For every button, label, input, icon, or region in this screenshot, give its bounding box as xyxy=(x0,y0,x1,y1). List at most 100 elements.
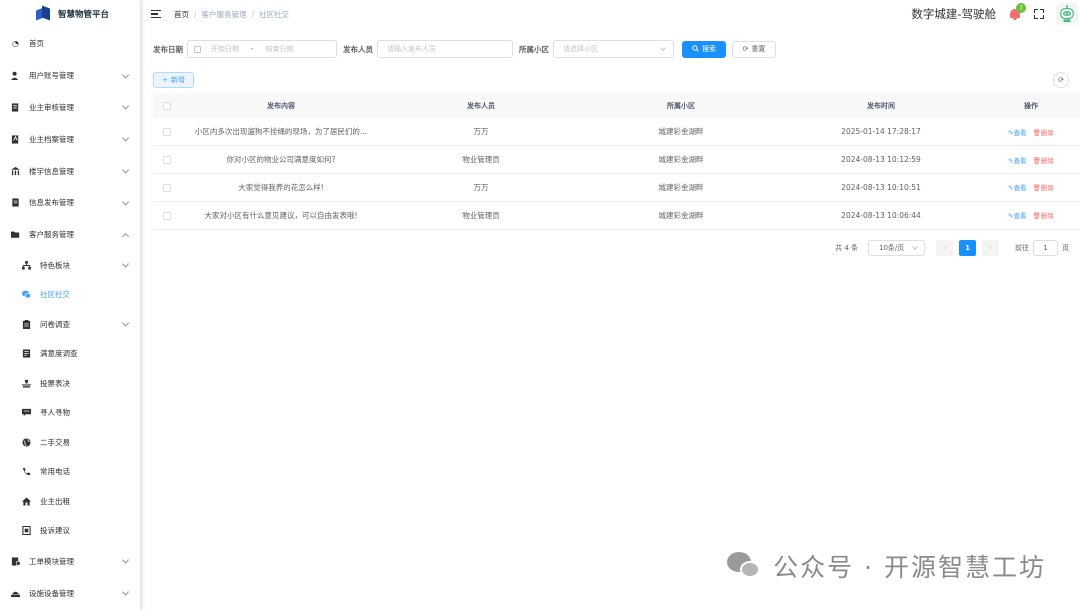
community-select-placeholder: 请选择小区 xyxy=(563,45,598,53)
add-button[interactable]: + 新增 xyxy=(153,72,194,88)
delete-button[interactable]: 🗑删除 xyxy=(1033,212,1054,220)
sidebar-item-facilities[interactable]: 设施设备管理 xyxy=(0,577,140,609)
sidebar-item-customer-service[interactable]: 客户服务管理 xyxy=(0,219,140,251)
select-all-checkbox[interactable] xyxy=(163,101,171,110)
sidebar-subitem-featured[interactable]: 特色板块 xyxy=(0,251,140,281)
chevron-down-icon xyxy=(121,166,130,174)
header-actions: 操作 xyxy=(1024,101,1038,110)
sidebar-item-label: 业主档案管理 xyxy=(29,134,74,144)
publisher-filter-label: 发布人员 xyxy=(343,44,373,54)
sidebar-item-owner-archive[interactable]: 业主档案管理 xyxy=(0,123,140,155)
cell-publisher: 万万 xyxy=(473,182,489,192)
trash-icon: 🗑 xyxy=(1032,128,1041,137)
page-unit-label: 页 xyxy=(1062,244,1069,252)
cell-publisher: 万万 xyxy=(473,127,489,137)
delete-button[interactable]: 🗑删除 xyxy=(1033,129,1054,137)
avatar[interactable] xyxy=(1056,3,1078,25)
sidebar-subitem-complaint[interactable]: 投诉建议 xyxy=(0,516,140,546)
chevron-down-icon xyxy=(660,45,666,51)
total-count: 共 4 条 xyxy=(835,244,858,252)
prev-page-button[interactable]: ‹ xyxy=(936,240,953,256)
breadcrumb-current: 社区社交 xyxy=(259,9,290,19)
menu-toggle-icon[interactable] xyxy=(151,10,161,19)
search-icon xyxy=(692,44,699,54)
sidebar-subitem-satisfaction[interactable]: 满意度调查 xyxy=(0,339,140,369)
goto-page-input[interactable] xyxy=(1033,240,1058,256)
robot-avatar-icon xyxy=(1060,5,1074,23)
sidebar-item-info-publish[interactable]: 信息发布管理 xyxy=(0,187,140,219)
row-checkbox[interactable] xyxy=(163,183,171,192)
sidebar-item-label: 问卷调查 xyxy=(40,319,70,329)
cell-content: 你对小区的物业公司满意度如何? xyxy=(226,155,336,165)
delete-button[interactable]: 🗑删除 xyxy=(1033,157,1054,165)
chat-icon xyxy=(22,290,31,299)
cell-time: 2025-01-14 17:28:17 xyxy=(841,127,921,137)
chevron-down-icon xyxy=(121,134,130,142)
end-date-placeholder[interactable]: 结束日期 xyxy=(266,44,294,54)
vote-icon xyxy=(22,379,31,388)
fullscreen-icon[interactable] xyxy=(1034,9,1044,19)
page-size-select[interactable]: 10条/页 xyxy=(868,240,925,256)
cell-content: 大家觉得我养的花怎么样! xyxy=(238,182,324,192)
chevron-left-icon: ‹ xyxy=(943,244,946,252)
notification-bell-icon[interactable]: 7 xyxy=(1009,3,1026,20)
chevron-up-icon xyxy=(121,232,130,240)
sidebar-subitem-questionnaire[interactable]: 问卷调查 xyxy=(0,310,140,340)
next-page-button[interactable]: › xyxy=(982,240,999,256)
sidebar-subitem-owner-rental[interactable]: 业主出租 xyxy=(0,487,140,517)
search-button[interactable]: 搜索 xyxy=(682,40,726,58)
chevron-down-icon xyxy=(121,260,130,268)
chevron-down-icon xyxy=(121,319,130,327)
start-date-placeholder[interactable]: 开始日期 xyxy=(211,44,239,54)
sidebar-item-home[interactable]: ◔ 首页 xyxy=(0,28,140,60)
view-button[interactable]: ✎查看 xyxy=(1008,129,1026,137)
chevron-down-icon xyxy=(121,102,130,111)
sidebar-subitem-phone[interactable]: 常用电话 xyxy=(0,457,140,487)
sidebar-item-label: 寻人寻物 xyxy=(40,408,70,418)
date-filter-label: 发布日期 xyxy=(153,44,183,54)
community-select[interactable]: 请选择小区 xyxy=(553,40,674,58)
row-checkbox[interactable] xyxy=(163,211,171,220)
sidebar-subitem-lost-found[interactable]: 寻人寻物 xyxy=(0,398,140,428)
sidebar-subitem-community-social[interactable]: 社区社交 xyxy=(0,280,140,310)
refresh-icon: ⟳ xyxy=(1058,76,1064,84)
sidebar-item-label: 楼宇信息管理 xyxy=(29,166,74,176)
sidebar-subitem-second-hand[interactable]: 二手交易 xyxy=(0,428,140,458)
watermark: 公众号 · 开源智慧工坊 xyxy=(727,548,1046,584)
calendar-icon xyxy=(194,45,201,53)
survey-icon xyxy=(22,349,31,358)
ticket-icon xyxy=(11,557,20,566)
sidebar-item-work-orders[interactable]: 工单模块管理 xyxy=(0,546,140,578)
cell-community: 城建彩金湖畔 xyxy=(658,210,704,220)
refresh-icon: ⟳ xyxy=(742,45,749,53)
refresh-table-button[interactable]: ⟳ xyxy=(1053,72,1069,88)
device-icon xyxy=(11,589,20,598)
notification-badge: 7 xyxy=(1016,3,1026,13)
top-navbar: 首页 / 客户服务管理 / 社区社交 数字城建-驾驶舱 7 xyxy=(142,0,1080,28)
view-button[interactable]: ✎查看 xyxy=(1008,184,1026,192)
community-filter-label: 所属小区 xyxy=(519,44,549,54)
system-title-link[interactable]: 数字城建-驾驶舱 xyxy=(911,6,996,22)
sidebar-item-user-accounts[interactable]: 用户账号管理 xyxy=(0,60,140,92)
select-all-cell xyxy=(153,93,181,118)
view-button[interactable]: ✎查看 xyxy=(1008,157,1026,165)
sidebar-item-owner-audit[interactable]: 业主审核管理 xyxy=(0,92,140,124)
home-icon xyxy=(22,497,31,506)
delete-button[interactable]: 🗑删除 xyxy=(1033,184,1054,192)
page-number-button[interactable]: 1 xyxy=(959,240,976,256)
sidebar-item-building-info[interactable]: 楼宇信息管理 xyxy=(0,155,140,187)
sidebar-subitem-voting[interactable]: 投票表决 xyxy=(0,369,140,399)
sidebar-item-label: 二手交易 xyxy=(40,437,70,447)
date-range-picker[interactable]: 开始日期 - 结束日期 xyxy=(187,40,337,58)
breadcrumb-home[interactable]: 首页 xyxy=(174,10,189,19)
sidebar-item-label: 投票表决 xyxy=(40,378,70,388)
view-button[interactable]: ✎查看 xyxy=(1008,212,1026,220)
cell-community: 城建彩金湖畔 xyxy=(658,182,704,192)
sidebar-item-label: 满意度调查 xyxy=(40,349,78,359)
publisher-input[interactable] xyxy=(377,40,513,58)
row-checkbox[interactable] xyxy=(163,128,171,137)
logo[interactable]: 智慧物管平台 xyxy=(0,0,140,28)
reset-button[interactable]: ⟳ 重置 xyxy=(732,40,776,58)
row-checkbox[interactable] xyxy=(163,156,171,165)
tree-icon xyxy=(22,260,31,270)
